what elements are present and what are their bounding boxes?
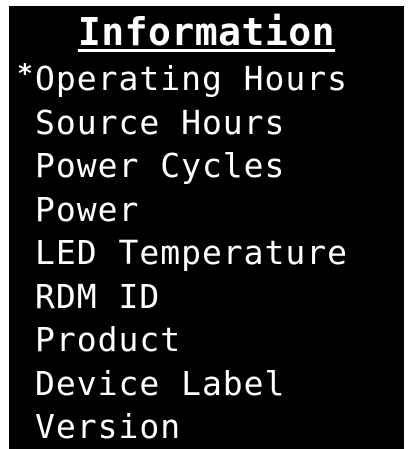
menu-item-version[interactable]: Version <box>9 405 348 449</box>
menu-item-rdm-id[interactable]: RDM ID <box>9 275 348 319</box>
menu-item-power[interactable]: Power <box>9 188 348 232</box>
menu-item-device-label[interactable]: Device Label <box>9 362 348 406</box>
information-menu: * Operating Hours Source Hours Power Cyc… <box>9 57 348 449</box>
menu-item-label: Source Hours <box>35 102 286 142</box>
menu-item-label: RDM ID <box>35 276 161 316</box>
menu-item-source-hours[interactable]: Source Hours <box>9 101 348 145</box>
menu-item-label: Device Label <box>35 363 286 403</box>
menu-item-label: LED Temperature <box>35 233 349 272</box>
menu-item-operating-hours[interactable]: * Operating Hours <box>9 57 348 101</box>
menu-item-product[interactable]: Product <box>9 318 348 362</box>
menu-item-label: Operating Hours <box>35 59 349 98</box>
display-screen: Information * Operating Hours Source Hou… <box>9 6 404 449</box>
menu-item-led-temperature[interactable]: LED Temperature <box>9 231 348 275</box>
menu-item-label: Power <box>35 189 140 229</box>
selection-marker: * <box>17 59 33 89</box>
menu-item-label: Power Cycles <box>35 146 286 185</box>
menu-item-power-cycles[interactable]: Power Cycles <box>9 144 348 188</box>
menu-title: Information <box>9 10 404 54</box>
menu-item-label: Product <box>35 320 182 359</box>
menu-item-label: Version <box>35 407 182 446</box>
menu-title-text: Information <box>77 10 336 54</box>
